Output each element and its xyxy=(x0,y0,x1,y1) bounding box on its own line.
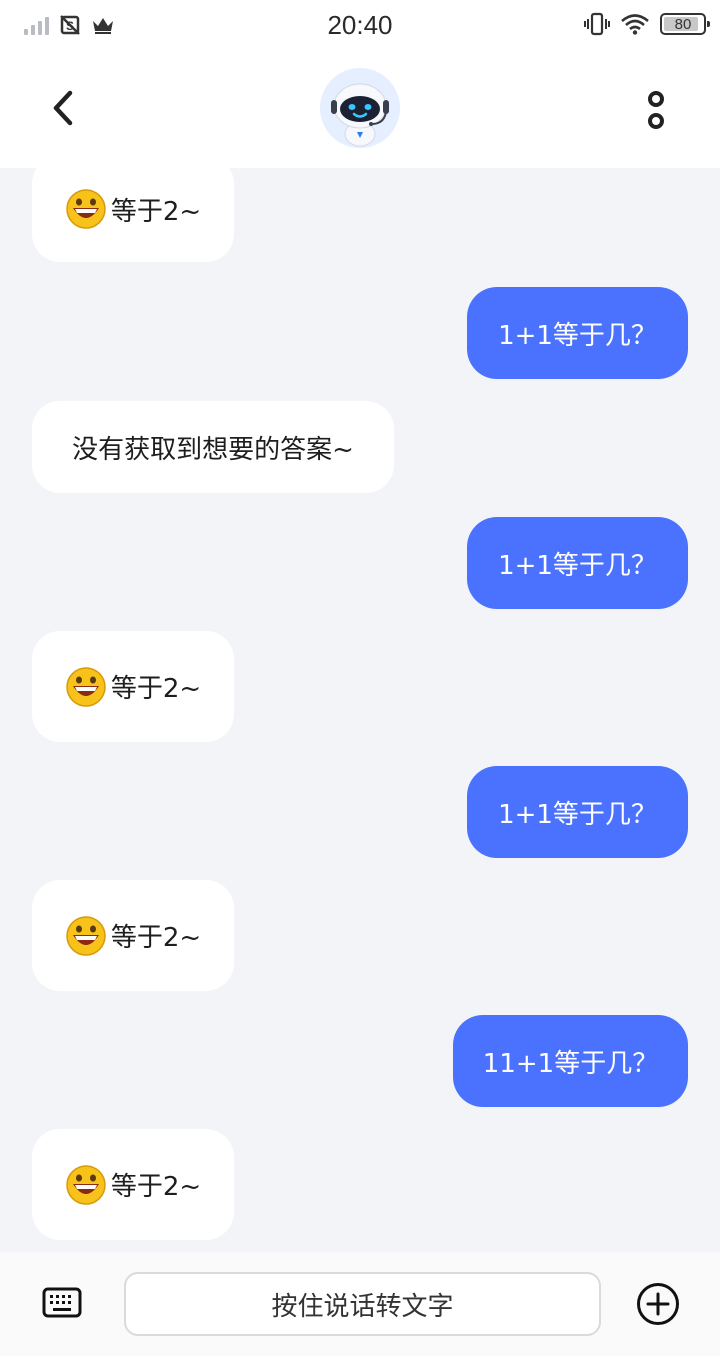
bot-message: 等于2~ xyxy=(32,631,234,742)
more-options-button[interactable] xyxy=(636,82,676,138)
bot-message: 没有获取到想要的答案~ xyxy=(32,401,394,493)
bot-message-text: 等于2~ xyxy=(110,196,202,227)
wifi-icon xyxy=(621,14,649,35)
user-message-text: 1+1等于几？ xyxy=(498,550,657,581)
bot-message-text: 等于2~ xyxy=(110,1172,202,1202)
battery-level: 80 xyxy=(674,15,692,33)
bot-message: 等于2~ xyxy=(32,168,234,262)
user-message: 1+1等于几？ xyxy=(467,517,688,609)
chevron-left-icon xyxy=(53,90,73,126)
more-dot-icon xyxy=(648,113,664,129)
hold-to-talk-button[interactable]: 按住说话转文字 xyxy=(124,1272,601,1336)
back-button[interactable] xyxy=(40,84,84,132)
keyboard-toggle-button[interactable] xyxy=(42,1286,82,1320)
more-dot-icon xyxy=(648,91,664,107)
bot-message: 等于2~ xyxy=(32,1129,234,1240)
grinning-face-icon xyxy=(66,1164,106,1205)
bot-message-text: 等于2~ xyxy=(110,923,202,953)
add-attachment-button[interactable] xyxy=(636,1282,680,1326)
vibrate-icon xyxy=(584,12,610,36)
robot-icon xyxy=(320,68,400,148)
user-message-text: 1+1等于几？ xyxy=(498,799,657,830)
hold-to-talk-label: 按住说话转文字 xyxy=(271,1291,454,1322)
user-message: 1+1等于几？ xyxy=(467,766,688,858)
grinning-face-icon xyxy=(66,666,106,707)
chat-messages[interactable]: 等于2~ 1+1等于几？ 没有获取到想要的答案~ 1+1等于几？ 等于2~ 1+… xyxy=(0,168,720,1252)
bot-message-text: 没有获取到想要的答案~ xyxy=(72,434,354,465)
status-bar: S 20:40 80 xyxy=(0,0,720,52)
bot-message-text: 等于2~ xyxy=(110,674,202,704)
status-icons-right: 80 xyxy=(584,12,710,36)
user-message: 11+1等于几？ xyxy=(453,1015,688,1107)
user-message-text: 11+1等于几？ xyxy=(482,1048,659,1079)
bot-message: 等于2~ xyxy=(32,880,234,991)
keyboard-icon xyxy=(42,1287,82,1318)
input-bar: 按住说话转文字 xyxy=(0,1252,720,1356)
chat-header xyxy=(0,52,720,168)
grinning-face-icon xyxy=(66,189,106,229)
grinning-face-icon xyxy=(66,915,106,956)
plus-circle-icon xyxy=(637,1283,679,1325)
user-message: 1+1等于几？ xyxy=(467,287,688,379)
battery-icon: 80 xyxy=(660,13,710,35)
robot-avatar[interactable] xyxy=(320,68,400,148)
user-message-text: 1+1等于几？ xyxy=(498,320,657,351)
